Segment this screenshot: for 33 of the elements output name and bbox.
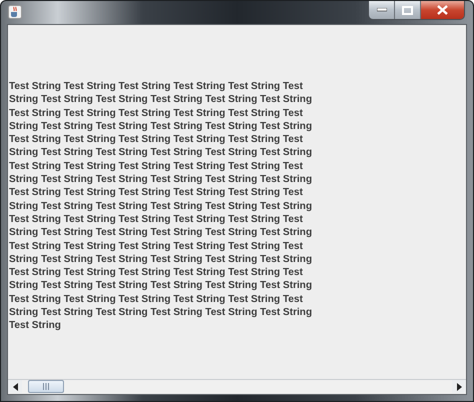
text-line: String Test String Test String Test String Test String Test String (9, 200, 314, 213)
text-line: String Test String Test String Test String Test String Test String (9, 306, 314, 320)
minimize-button[interactable] (369, 1, 395, 19)
coffee-cup-icon (8, 5, 22, 19)
maximize-icon (402, 6, 413, 14)
maximize-button[interactable] (395, 1, 421, 19)
text-line: Test String (9, 319, 62, 333)
text-line: String Test String Test String Test String Test String Test String (9, 173, 314, 186)
minimize-icon (376, 8, 386, 12)
text-line: Test String Test String Test String Test String Test String Test (9, 80, 304, 94)
right-arrow-icon (456, 382, 462, 390)
text-line: Test String Test String Test String Test String Test String Test (9, 133, 304, 146)
grip-icon (43, 383, 49, 390)
text-line: String Test String Test String Test String Test String Test String (9, 120, 314, 134)
left-arrow-icon (12, 382, 18, 390)
text-line: Test String Test String Test String Test String Test String Test (9, 106, 304, 120)
text-line: String Test String Test String Test String Test String Test String (9, 226, 314, 240)
text-line: Test String Test String Test String Test String Test String Test (9, 240, 304, 253)
text-line: Test String Test String Test String Test String Test String Test (9, 186, 304, 200)
scroll-right-button[interactable] (452, 380, 466, 393)
text-line: String Test String Test String Test String Test String Test String (9, 93, 314, 107)
close-icon (437, 5, 448, 15)
text-line: Test String Test String Test String Test String Test String Test (9, 212, 304, 226)
text-line: String Test String Test String Test String Test String Test String (9, 279, 314, 293)
text-line: String Test String Test String Test String Test String Test String (9, 252, 314, 266)
horizontal-scrollbar[interactable] (8, 379, 466, 393)
scroll-left-button[interactable] (8, 380, 22, 393)
scrollbar-thumb[interactable] (28, 380, 64, 393)
text-line: String Test String Test String Test String Test String Test String (9, 146, 314, 160)
close-button[interactable] (421, 1, 464, 19)
text-line: Test String Test String Test String Test String Test String Test (9, 292, 304, 306)
text-line: Test String Test String Test String Test String Test String Test (9, 160, 304, 174)
text-line: Test String Test String Test String Test String Test String Test (9, 266, 304, 280)
